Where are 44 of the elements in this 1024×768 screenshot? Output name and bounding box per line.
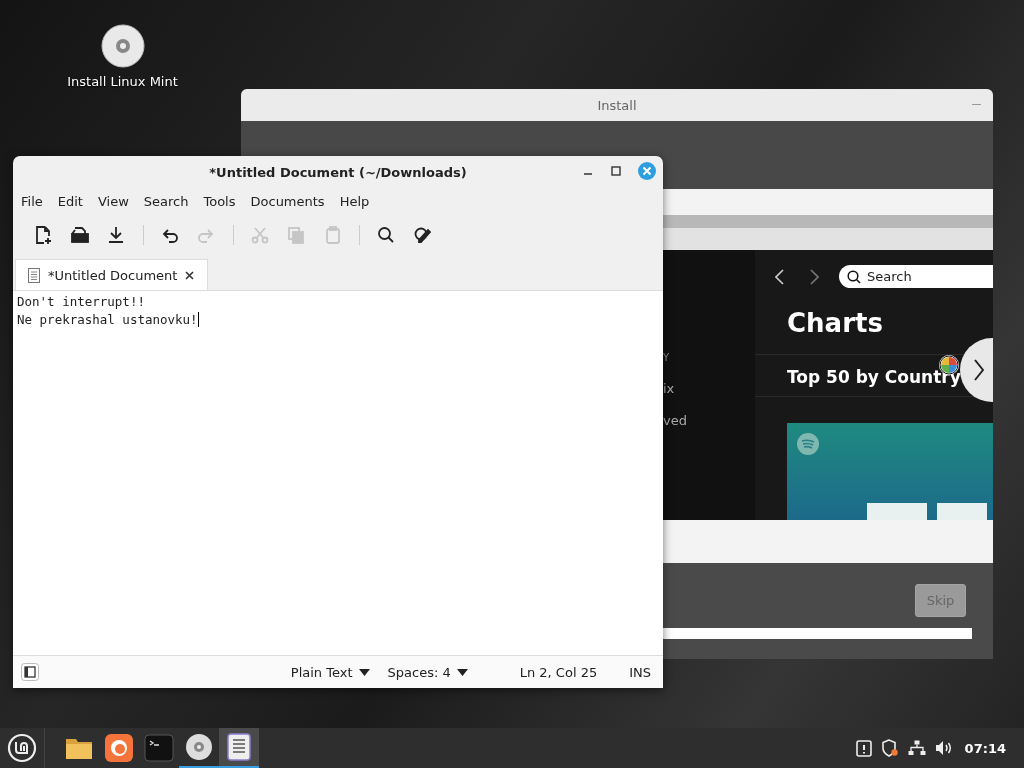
close-icon[interactable] — [185, 270, 195, 280]
shield-icon[interactable] — [880, 739, 899, 757]
menu-item[interactable]: Documents — [244, 194, 331, 209]
chevron-icon — [974, 359, 984, 381]
menu-item[interactable]: Tools — [197, 194, 242, 209]
text-line: Don't interrupt!! — [17, 294, 145, 309]
menu-item[interactable]: Edit — [51, 194, 89, 209]
sidebar-item: Y — [663, 352, 671, 363]
forward-icon — [809, 268, 819, 285]
language-dropdown[interactable]: Plain Text — [286, 664, 374, 680]
caret-icon — [358, 668, 370, 676]
menu-item[interactable]: View — [91, 194, 135, 209]
maximize-icon[interactable] — [610, 165, 622, 177]
menu-item[interactable]: Help — [333, 194, 376, 209]
disc-icon — [184, 732, 214, 762]
sidebar-item: ved — [663, 413, 687, 428]
logo-icon — [7, 733, 37, 763]
window-title: Install — [597, 97, 637, 113]
desktop-icon-label[interactable]: Install Linux Mint — [67, 74, 178, 89]
window-title: *Untitled Document (~/Downloads) — [209, 164, 467, 180]
disc-icon[interactable] — [100, 24, 145, 68]
section-title: Top 50 by Country — [787, 367, 961, 387]
text-area[interactable]: Don't interrupt!! Ne prekrashal ustanovku! — [13, 291, 663, 655]
search-icon — [847, 269, 861, 284]
terminal-icon — [144, 733, 174, 763]
clock[interactable]: 07:14 — [964, 740, 1006, 756]
network-icon[interactable] — [907, 740, 926, 756]
document-icon — [28, 267, 40, 283]
volume-icon[interactable] — [934, 740, 953, 756]
editor-icon — [224, 732, 254, 762]
clipboard-icon[interactable] — [855, 739, 872, 757]
back-icon — [775, 268, 785, 285]
menu-item[interactable]: File — [15, 194, 49, 209]
insert-mode: INS — [628, 664, 652, 680]
page-title: Charts — [787, 308, 883, 338]
menu-item[interactable]: Search — [137, 194, 195, 209]
side-panel-icon[interactable] — [21, 663, 39, 681]
cursor-position: Ln 2, Col 25 — [518, 664, 599, 680]
text-line: Ne prekrashal ustanovku! — [17, 312, 199, 327]
caret-icon — [456, 668, 468, 676]
document-tab[interactable]: *Untitled Document — [15, 259, 209, 290]
sidebar-item: ix — [663, 381, 675, 396]
indent-dropdown[interactable]: Spaces: 4 — [383, 664, 472, 680]
editor-launcher[interactable] — [219, 728, 259, 768]
